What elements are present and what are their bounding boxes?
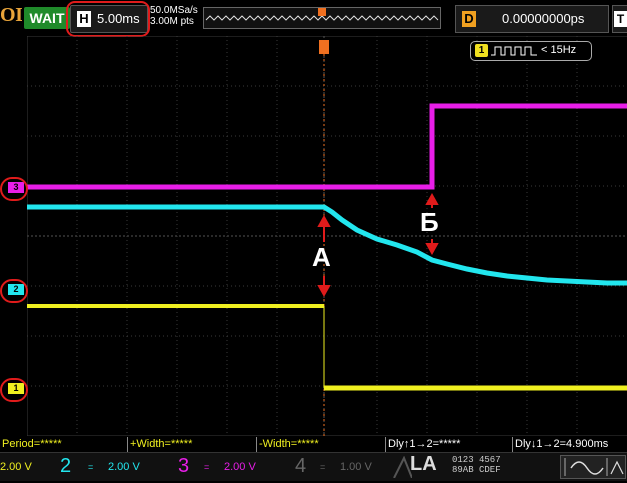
- ch2-scale[interactable]: 2.00 V: [108, 455, 140, 479]
- highlight-ring-ch3: [0, 177, 28, 201]
- ch3-coupling-icon: =: [204, 462, 210, 472]
- grid-lines: [27, 36, 627, 436]
- measurement-pos-width[interactable]: +Width=*****: [127, 437, 256, 452]
- ch3-trace: [27, 103, 627, 190]
- function-generator-button[interactable]: [560, 455, 626, 479]
- la-row-2: 89AB CDEF: [452, 465, 501, 475]
- la-chevron-icon: [393, 456, 412, 478]
- trigger-frequency: < 15Hz: [541, 44, 577, 56]
- measurement-delay-rise[interactable]: Dly↑1→2=*****: [385, 437, 512, 452]
- memory-depth: 3.00M pts: [150, 16, 194, 27]
- sine-wave-icon: [564, 458, 624, 476]
- acquisition-info: 50.0MSa/s 3.00M pts: [150, 5, 198, 27]
- highlight-ring-ch1: [0, 378, 28, 402]
- ch1-scale[interactable]: 2.00 V: [0, 455, 52, 479]
- waveform-overview-bar[interactable]: [203, 7, 441, 29]
- highlight-ring-horizontal: [66, 1, 150, 37]
- measurement-period[interactable]: Period=*****: [0, 437, 126, 452]
- trigger-label: T: [614, 11, 627, 27]
- ch4-number[interactable]: 4: [295, 453, 306, 479]
- pulse-icon: [491, 46, 537, 56]
- delay-label: D: [462, 11, 476, 27]
- delay-box[interactable]: D 0.00000000ps: [455, 5, 609, 33]
- overview-wave: [205, 8, 439, 21]
- annotation-label-b: Б: [420, 207, 439, 237]
- la-channel-map: 0123 4567 89AB CDEF: [452, 455, 501, 475]
- channel-status-bar: [0, 452, 627, 481]
- trigger-source-channel: 1: [475, 44, 488, 57]
- overview-trigger-marker: [318, 8, 326, 16]
- ch3-number[interactable]: 3: [178, 453, 189, 479]
- ch2-coupling-icon: =: [88, 462, 94, 472]
- sample-rate: 50.0MSa/s: [150, 5, 198, 16]
- measurement-delay-fall[interactable]: Dly↓1→2=4.900ms: [512, 437, 627, 452]
- ch3-scale[interactable]: 2.00 V: [224, 455, 256, 479]
- ch2-number[interactable]: 2: [60, 453, 71, 479]
- trigger-info-badge[interactable]: 1 < 15Hz: [470, 41, 592, 61]
- ch4-coupling-icon: =: [320, 462, 326, 472]
- la-label[interactable]: LA: [410, 453, 437, 476]
- annotation-label-a: А: [312, 242, 331, 272]
- measurement-neg-width[interactable]: -Width=*****: [256, 437, 385, 452]
- run-state-badge[interactable]: WAIT: [24, 7, 70, 29]
- trigger-box[interactable]: T: [612, 5, 627, 33]
- ch4-scale[interactable]: 1.00 V: [340, 455, 372, 479]
- delay-value: 0.00000000ps: [502, 11, 585, 26]
- la-row-1: 0123 4567: [452, 455, 501, 465]
- waveform-grid[interactable]: [27, 36, 627, 436]
- highlight-ring-ch2: [0, 279, 28, 303]
- brand-logo: OL: [0, 4, 22, 26]
